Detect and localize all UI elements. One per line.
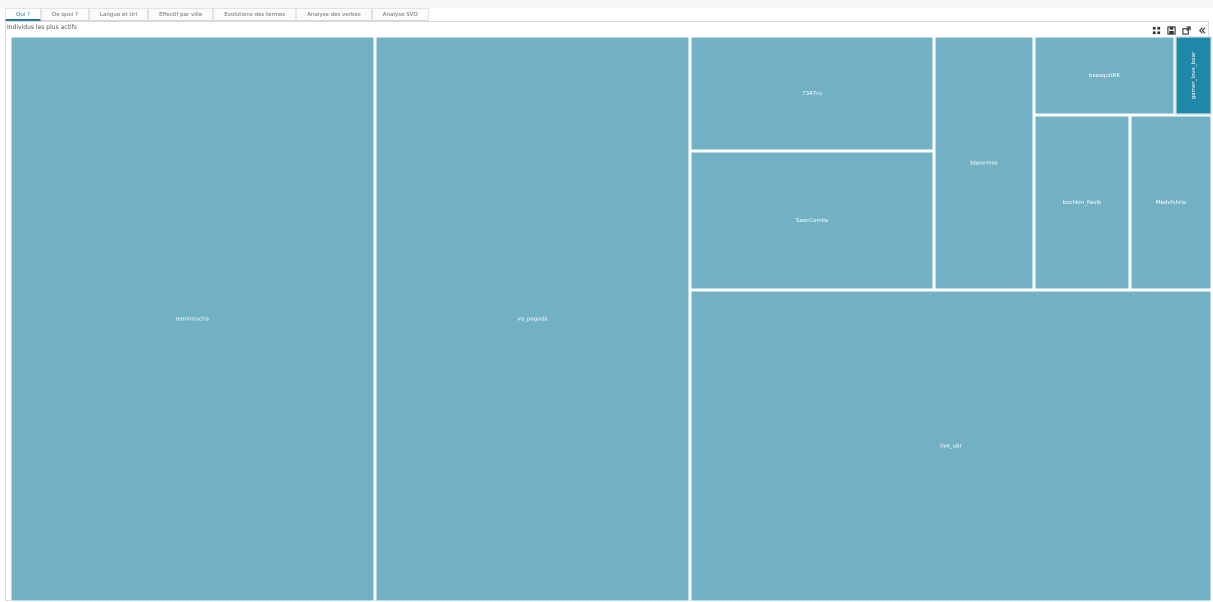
tab-qui[interactable]: Qui ?	[5, 8, 42, 21]
treemap-label-beesquitrk: beesquitRK	[1089, 73, 1121, 79]
treemap-label-saeccomila: SaecComila	[796, 218, 828, 224]
tab-langue-et-url[interactable]: Langue et Url	[88, 8, 149, 21]
treemap-label-va-pogoda: va_pogoda	[518, 317, 548, 323]
top-strip	[0, 0, 1213, 8]
treemap-label-gamer-love-bear: gamer_love_bear	[1191, 51, 1197, 99]
treemap-chart: lemininscha va_pogoda 7347ru SaecComila live…	[10, 36, 1212, 602]
tab-bar: Qui ? De quoi ? Langue et Url Effectif p…	[5, 8, 429, 21]
tab-effectif-par-ville[interactable]: Effectif par ville	[148, 8, 214, 21]
tab-de-quoi[interactable]: De quoi ?	[41, 8, 89, 21]
panel-toolbar	[1152, 25, 1206, 35]
treemap-label-bbpormos: bbpormos	[970, 161, 998, 167]
popout-icon[interactable]	[1182, 25, 1191, 35]
tab-analyse-svo[interactable]: Analyse SVO	[371, 8, 429, 21]
tab-evolutions-des-termes[interactable]: Evolutions des termes	[213, 8, 297, 21]
treemap-label-7347ru: 7347ru	[802, 91, 822, 97]
panel-title: Individus les plus actifs	[7, 24, 77, 31]
treemap-label-bochkin-pavlk: bochkin_Pavlk	[1063, 200, 1103, 206]
tab-analyse-des-verbes[interactable]: Analyse des verbes	[296, 8, 372, 21]
treemap-panel: Individus les plus actifs lemininscha va_…	[5, 21, 1212, 602]
save-icon[interactable]	[1167, 25, 1176, 35]
collapse-icon[interactable]	[1197, 26, 1206, 35]
treemap-label-live-ubr: live_ubr	[940, 444, 962, 450]
expand-grid-icon[interactable]	[1152, 26, 1161, 35]
treemap-label-medvfshria: Medvfshria	[1156, 200, 1186, 206]
treemap-label-lemininscha: lemininscha	[176, 317, 209, 323]
